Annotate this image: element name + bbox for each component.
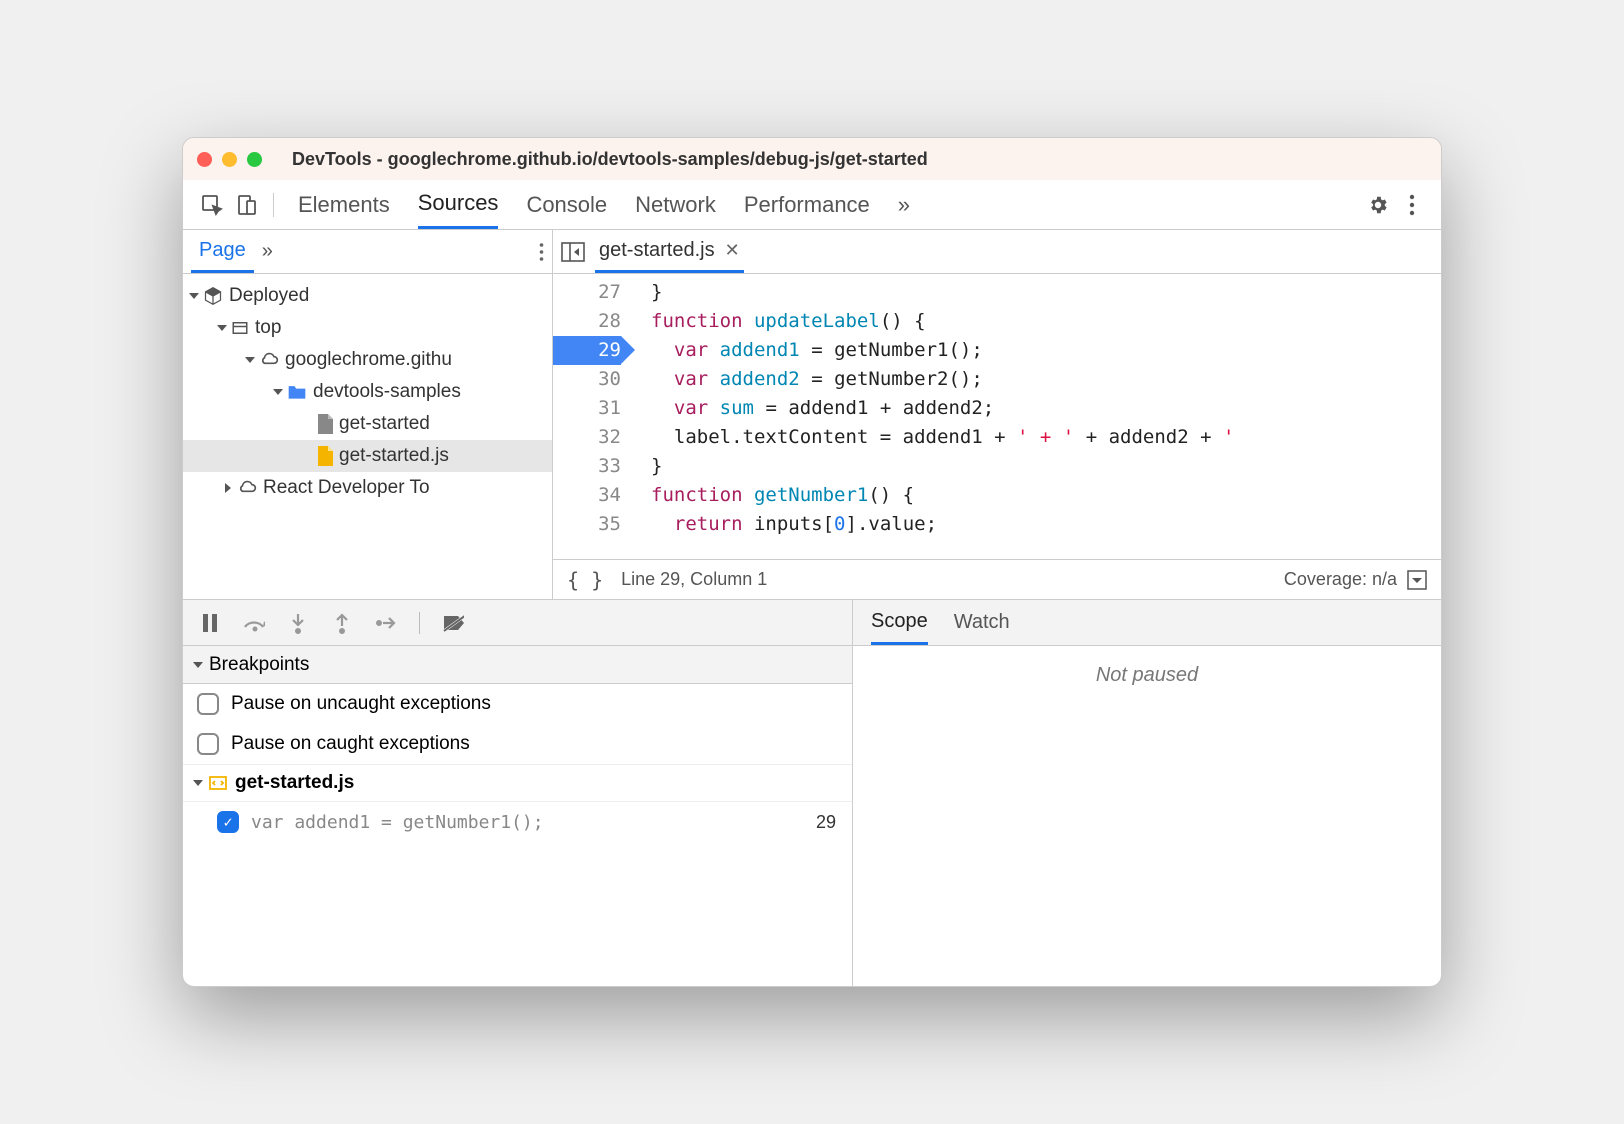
tree-file-js[interactable]: get-started.js: [183, 440, 552, 472]
window-icon: [231, 319, 249, 337]
tab-elements[interactable]: Elements: [298, 181, 390, 229]
pause-icon[interactable]: [199, 612, 221, 634]
scope-watch-tabs: Scope Watch: [853, 600, 1441, 646]
coverage-label: Coverage: n/a: [1284, 569, 1397, 590]
format-icon[interactable]: { }: [567, 568, 603, 592]
deactivate-breakpoints-icon[interactable]: [442, 612, 464, 634]
checkbox-unchecked-icon[interactable]: [197, 693, 219, 715]
tree-deployed[interactable]: Deployed: [183, 280, 552, 312]
cloud-icon: [259, 350, 279, 370]
inspect-element-icon[interactable]: [195, 189, 229, 221]
step-out-icon[interactable]: [331, 612, 353, 634]
show-navigator-icon[interactable]: [561, 242, 585, 262]
window-controls: [197, 152, 262, 167]
debugger-left-panel: Breakpoints Pause on uncaught exceptions…: [183, 600, 853, 986]
pause-caught-row[interactable]: Pause on caught exceptions: [183, 724, 852, 764]
main-tab-bar: Elements Sources Console Network Perform…: [183, 180, 1441, 230]
watch-tab[interactable]: Watch: [954, 611, 1010, 634]
file-icon: [317, 414, 333, 434]
navigator-tabs: Page »: [183, 230, 552, 274]
tree-file-html[interactable]: get-started: [183, 408, 552, 440]
breakpoint-file-header[interactable]: get-started.js: [183, 764, 852, 802]
script-icon: [209, 776, 227, 790]
tree-top[interactable]: top: [183, 312, 552, 344]
debugger-right-panel: Scope Watch Not paused: [853, 600, 1441, 986]
breakpoint-entry[interactable]: ✓ var addend1 = getNumber1(); 29: [183, 802, 852, 842]
file-tab[interactable]: get-started.js ✕: [595, 231, 744, 273]
code-lines[interactable]: }function updateLabel() { var addend1 = …: [631, 274, 1246, 559]
navigator-pane: Page » Deployed top: [183, 230, 553, 599]
tabs-overflow[interactable]: »: [898, 181, 910, 229]
code-editor: get-started.js ✕ 272829303132333435 }fun…: [553, 230, 1441, 599]
maximize-window-button[interactable]: [247, 152, 262, 167]
tab-performance[interactable]: Performance: [744, 181, 870, 229]
close-tab-icon[interactable]: ✕: [725, 240, 740, 261]
scope-tab[interactable]: Scope: [871, 601, 928, 645]
dropdown-icon[interactable]: [1407, 570, 1427, 590]
minimize-window-button[interactable]: [222, 152, 237, 167]
code-area[interactable]: 272829303132333435 }function updateLabel…: [553, 274, 1441, 559]
tree-folder[interactable]: devtools-samples: [183, 376, 552, 408]
navigator-more-icon[interactable]: [539, 243, 544, 261]
window-title: DevTools - googlechrome.github.io/devtoo…: [292, 149, 928, 170]
checkbox-unchecked-icon[interactable]: [197, 733, 219, 755]
tree-domain[interactable]: googlechrome.githu: [183, 344, 552, 376]
checkbox-checked-icon[interactable]: ✓: [217, 811, 239, 833]
step-icon[interactable]: [375, 612, 397, 634]
tab-network[interactable]: Network: [635, 181, 716, 229]
step-over-icon[interactable]: [243, 612, 265, 634]
cube-icon: [203, 286, 223, 306]
title-bar: DevTools - googlechrome.github.io/devtoo…: [183, 138, 1441, 180]
tree-react-ext[interactable]: React Developer To: [183, 472, 552, 504]
file-tree: Deployed top googlechrome.githu devtools…: [183, 274, 552, 599]
file-tab-label: get-started.js: [599, 239, 715, 262]
settings-icon[interactable]: [1361, 189, 1395, 221]
editor-tabs: get-started.js ✕: [553, 230, 1441, 274]
cloud-icon: [237, 478, 257, 498]
more-menu-icon[interactable]: [1395, 189, 1429, 221]
editor-status-bar: { } Line 29, Column 1 Coverage: n/a: [553, 559, 1441, 599]
devtools-window: DevTools - googlechrome.github.io/devtoo…: [182, 137, 1442, 987]
close-window-button[interactable]: [197, 152, 212, 167]
tab-sources[interactable]: Sources: [418, 181, 499, 229]
navigator-overflow[interactable]: »: [254, 231, 281, 273]
device-toggle-icon[interactable]: [229, 189, 263, 221]
step-into-icon[interactable]: [287, 612, 309, 634]
breakpoints-header[interactable]: Breakpoints: [183, 646, 852, 684]
js-file-icon: [317, 446, 333, 466]
panel-tabs: Elements Sources Console Network Perform…: [298, 181, 910, 229]
not-paused-message: Not paused: [853, 646, 1441, 986]
tab-console[interactable]: Console: [526, 181, 607, 229]
line-gutter[interactable]: 272829303132333435: [553, 274, 631, 559]
page-tab[interactable]: Page: [191, 231, 254, 273]
cursor-position: Line 29, Column 1: [621, 569, 767, 590]
debugger-toolbar: [183, 600, 852, 646]
folder-icon: [287, 383, 307, 401]
pause-uncaught-row[interactable]: Pause on uncaught exceptions: [183, 684, 852, 724]
